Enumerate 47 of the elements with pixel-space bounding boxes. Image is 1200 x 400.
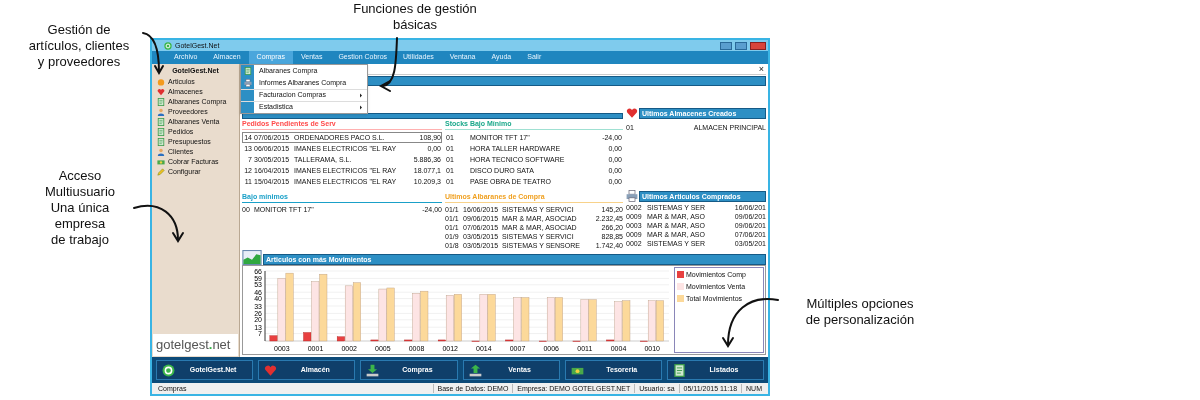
bar — [319, 274, 328, 342]
heart-icon — [626, 107, 638, 119]
bar — [521, 297, 530, 342]
bar — [453, 294, 462, 342]
logo-text: gotelgest.net — [153, 334, 238, 356]
bar — [554, 297, 563, 342]
person-icon — [157, 148, 165, 156]
logo-icon — [162, 363, 175, 377]
bar — [420, 290, 429, 342]
heart-icon — [264, 363, 278, 377]
document-icon — [157, 98, 165, 106]
chart-icon — [242, 250, 262, 265]
document-icon — [157, 128, 165, 136]
bar — [655, 300, 664, 342]
close-icon[interactable]: × — [758, 64, 766, 74]
annotation-text: Gestión de artículos, clientes y proveedores — [27, 22, 131, 70]
printer-icon — [243, 79, 252, 87]
document-icon — [672, 363, 686, 377]
bar — [285, 272, 294, 342]
document-icon — [157, 118, 165, 126]
bar — [622, 300, 631, 342]
logo-icon — [164, 41, 172, 50]
submenu-arrow-icon — [359, 93, 363, 98]
bar — [487, 294, 496, 342]
minimize-button[interactable] — [720, 41, 732, 50]
maximize-button[interactable] — [735, 41, 747, 50]
upload-tray-icon — [468, 363, 482, 377]
close-button[interactable] — [750, 41, 766, 50]
document-icon — [157, 138, 165, 146]
submenu-arrow-icon — [359, 105, 363, 110]
annotation-text: Funciones de gestión básicas — [352, 1, 478, 33]
pencil-icon — [157, 168, 165, 176]
download-tray-icon — [366, 363, 380, 377]
document-icon — [243, 67, 252, 75]
person-icon — [157, 108, 165, 116]
bar — [386, 287, 395, 342]
bar — [588, 299, 597, 342]
heart-icon — [157, 88, 165, 96]
annotation-text: Acceso Multiusuario Una única empresa de trabajo — [43, 168, 117, 248]
annotation-text: Múltiples opciones de personalización — [804, 296, 916, 328]
y-axis — [264, 270, 266, 342]
printer-icon — [626, 190, 638, 202]
curved-arrow — [142, 32, 164, 75]
ball-icon — [157, 78, 165, 86]
money-icon — [157, 158, 165, 166]
bar — [352, 282, 361, 342]
curved-arrow — [133, 204, 184, 243]
